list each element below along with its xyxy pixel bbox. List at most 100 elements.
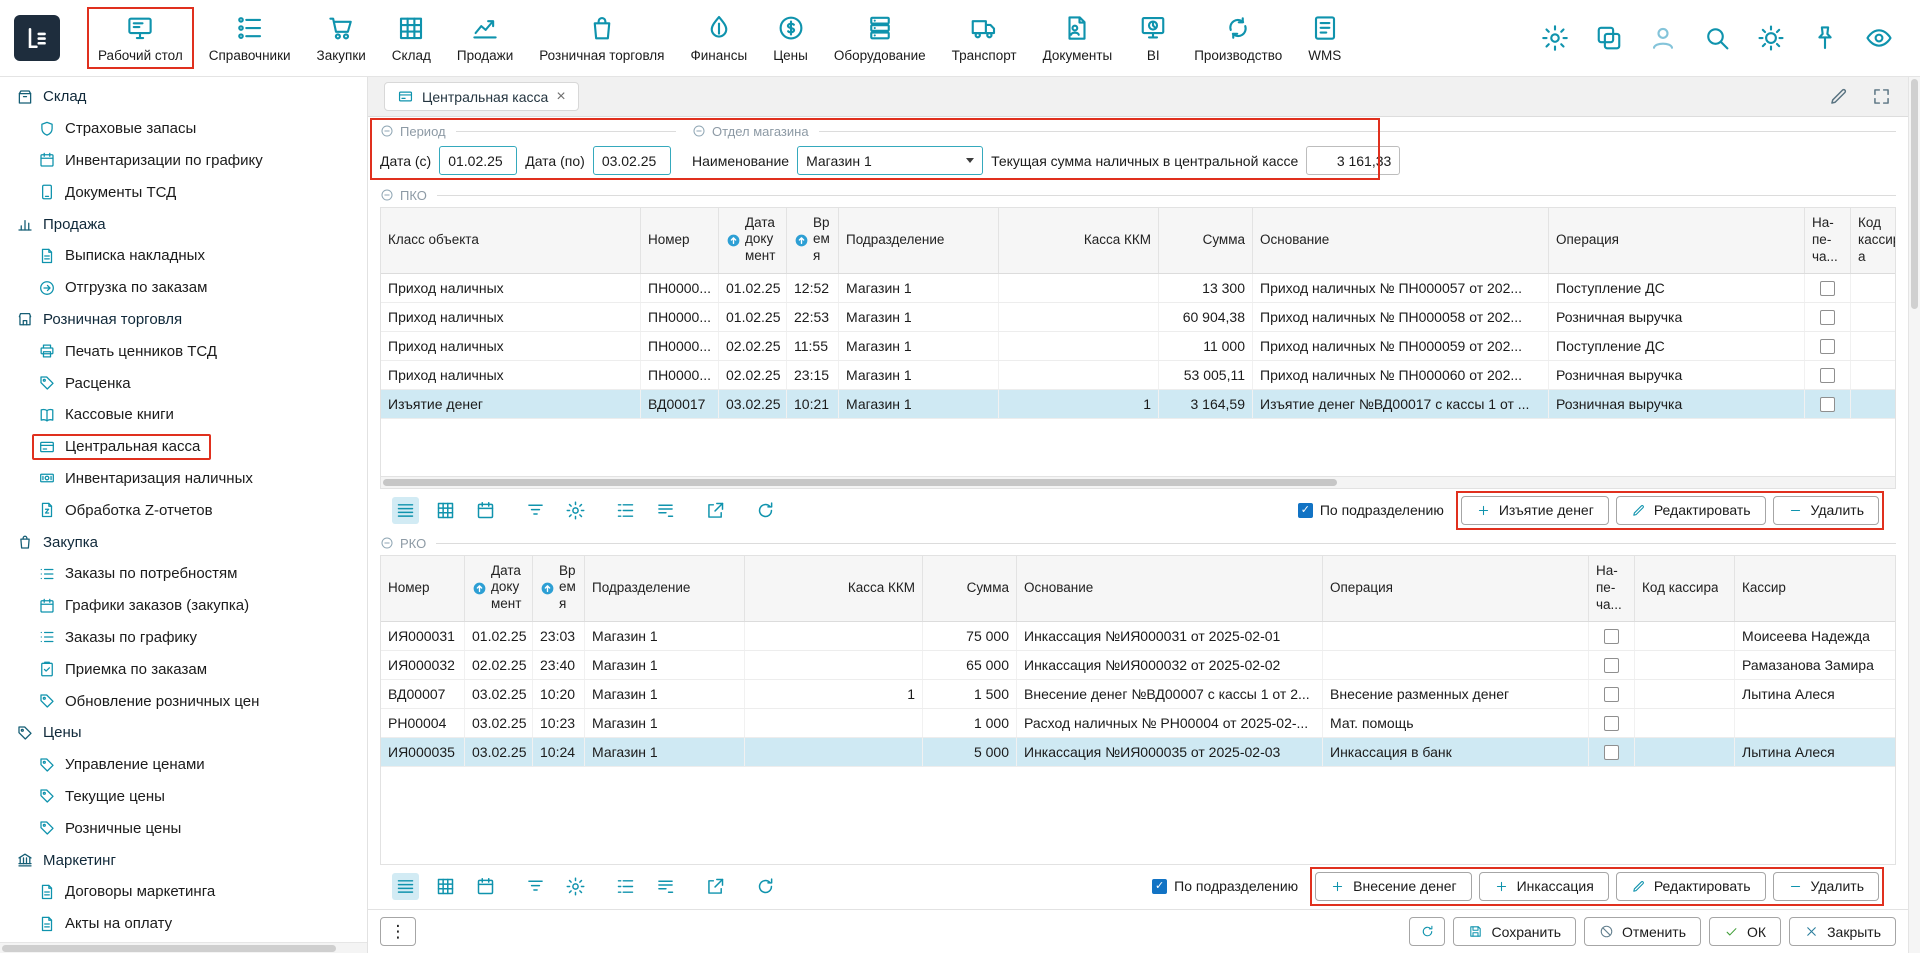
row-checkbox[interactable] [1604,745,1619,760]
pko-column-header[interactable]: Класс объекта [381,208,641,273]
list-collapse-icon[interactable] [652,873,679,900]
numbered-list-icon[interactable] [612,873,639,900]
sidebar-item-centralnaya-kassa[interactable]: Центральная касса [0,431,367,463]
rko-by-division-checkbox[interactable]: По подразделению [1152,878,1298,894]
open-external-icon[interactable] [702,873,729,900]
rko-column-header[interactable]: Код кассира [1635,556,1735,621]
nav-item-documents[interactable]: Документы [1033,8,1123,68]
sidebar-section-sklad[interactable]: Склад [0,81,367,113]
table-row[interactable]: Приход наличныхПН0000...02.02.2523:15Маг… [381,361,1895,390]
sidebar-item-dogovory-marketinga[interactable]: Договоры маркетинга [0,876,367,908]
nav-item-purchases[interactable]: Закупки [307,8,376,68]
table-row[interactable]: ИЯ00003101.02.2523:03Магазин 175 000Инка… [381,622,1895,651]
nav-item-warehouse[interactable]: Склад [382,8,441,68]
sort-asc-icon[interactable] [794,233,809,248]
sidebar-item-zakazy-po-potrebnostyam[interactable]: Заказы по потребностям [0,558,367,590]
sidebar-item-roznichnye-ceny[interactable]: Розничные цены [0,812,367,844]
nav-item-desktop[interactable]: Рабочий стол [88,8,193,68]
fullscreen-icon[interactable] [1871,86,1892,107]
rko-column-header[interactable]: Время документа [533,556,585,621]
sidebar-item-otgruzka-po-zakazam[interactable]: Отгрузка по заказам [0,272,367,304]
grid-view-icon[interactable] [432,873,459,900]
vertical-scrollbar[interactable] [1908,77,1920,953]
sidebar-item-rascenka[interactable]: Расценка [0,367,367,399]
reload-icon[interactable] [752,497,779,524]
pko-column-header[interactable]: Время документа [787,208,839,273]
sidebar-item-kassovye-knigi[interactable]: Кассовые книги [0,399,367,431]
topbar-settings-icon[interactable] [1540,23,1570,53]
sidebar-item-obnovlenie-roznichnyh-cen[interactable]: Обновление розничных цен [0,685,367,717]
nav-item-catalogs[interactable]: Справочники [199,8,301,68]
rko-column-header[interactable]: Операция [1323,556,1589,621]
row-checkbox[interactable] [1820,397,1835,412]
pko-column-header[interactable]: Касса ККМ [999,208,1159,273]
sidebar-item-grafiki-zakazov[interactable]: Графики заказов (закупка) [0,590,367,622]
pko-column-header[interactable]: Код кассира [1851,208,1896,273]
row-checkbox[interactable] [1820,339,1835,354]
pko-horizontal-scrollbar[interactable] [380,477,1896,489]
sidebar-section-zakupka[interactable]: Закупка [0,526,367,558]
row-checkbox[interactable] [1820,310,1835,325]
rko-column-header[interactable]: Сумма [923,556,1017,621]
nav-item-prices[interactable]: Цены [763,8,818,68]
sidebar-item-dokumenty-tsd[interactable]: Документы ТСД [0,176,367,208]
pko-column-header[interactable]: Дата документа [719,208,787,273]
rows-view-icon[interactable] [392,497,419,524]
collapse-icon[interactable] [380,536,394,550]
topbar-search-icon[interactable] [1702,23,1732,53]
tab-close-icon[interactable]: × [556,89,565,105]
date-from-input[interactable]: 01.02.25 [439,146,517,175]
settings-icon[interactable] [562,873,589,900]
rko-column-header[interactable]: Номер [381,556,465,621]
nav-item-bi[interactable]: BI [1128,8,1178,68]
store-select[interactable]: Магазин 1 [797,146,983,175]
row-checkbox[interactable] [1820,281,1835,296]
pko-edit-button[interactable]: Редактировать [1616,496,1766,525]
table-row[interactable]: Изъятие денегВД0001703.02.2510:21Магазин… [381,390,1895,419]
nav-item-transport[interactable]: Транспорт [942,8,1027,68]
reload-icon[interactable] [752,873,779,900]
pko-delete-button[interactable]: Удалить [1773,496,1879,525]
pko-column-header[interactable]: На-пе-ча... [1805,208,1851,273]
sidebar-item-strahovye-zapasy[interactable]: Страховые запасы [0,113,367,145]
save-button[interactable]: Сохранить [1453,917,1576,946]
pko-column-header[interactable]: Подразделение [839,208,999,273]
collapse-icon[interactable] [692,124,706,138]
ok-button[interactable]: ОК [1709,917,1781,946]
row-checkbox[interactable] [1604,629,1619,644]
sidebar-section-ceny[interactable]: Цены [0,717,367,749]
sidebar-item-inventarizaciya-nalichnyh[interactable]: Инвентаризация наличных [0,463,367,495]
scrollbar-thumb[interactable] [1911,79,1918,309]
close-button[interactable]: Закрыть [1789,917,1896,946]
scrollbar-thumb[interactable] [2,945,336,952]
topbar-feedback-icon[interactable] [1594,23,1624,53]
sidebar-section-prodazha[interactable]: Продажа [0,208,367,240]
rko-column-header[interactable]: Касса ККМ [745,556,923,621]
pko-withdraw-button[interactable]: Изъятие денег [1461,496,1609,525]
calendar-view-icon[interactable] [472,497,499,524]
rko-column-header[interactable]: Дата документа [465,556,533,621]
topbar-user-icon[interactable] [1648,23,1678,53]
table-row[interactable]: Приход наличныхПН0000...01.02.2522:53Маг… [381,303,1895,332]
refresh-button[interactable] [1409,917,1445,946]
cancel-button[interactable]: Отменить [1584,917,1701,946]
sidebar-item-obrabotka-z-otchetov[interactable]: Обработка Z-отчетов [0,494,367,526]
pko-column-header[interactable]: Основание [1253,208,1549,273]
rows-view-icon[interactable] [392,873,419,900]
list-collapse-icon[interactable] [652,497,679,524]
rko-edit-button[interactable]: Редактировать [1616,872,1766,901]
tab-central-cash[interactable]: Центральная касса × [384,82,579,111]
topbar-eye-icon[interactable] [1864,23,1894,53]
sidebar-item-inventarizacii-po-grafiku[interactable]: Инвентаризации по графику [0,145,367,177]
table-row[interactable]: Приход наличныхПН0000...02.02.2511:55Маг… [381,332,1895,361]
more-menu-button[interactable]: ⋮ [380,917,416,946]
sort-asc-icon[interactable] [726,233,741,248]
sidebar-item-pechat-cennikov-tsd[interactable]: Печать ценников ТСД [0,335,367,367]
table-row[interactable]: ИЯ00003202.02.2523:40Магазин 165 000Инка… [381,651,1895,680]
nav-item-production[interactable]: Производство [1184,8,1292,68]
rko-column-header[interactable]: Кассир [1735,556,1896,621]
grid-view-icon[interactable] [432,497,459,524]
sort-asc-icon[interactable] [472,581,487,596]
sidebar-item-akty-na-oplatu[interactable]: Акты на оплату [0,908,367,940]
sidebar-item-tekushchie-ceny[interactable]: Текущие цены [0,781,367,813]
